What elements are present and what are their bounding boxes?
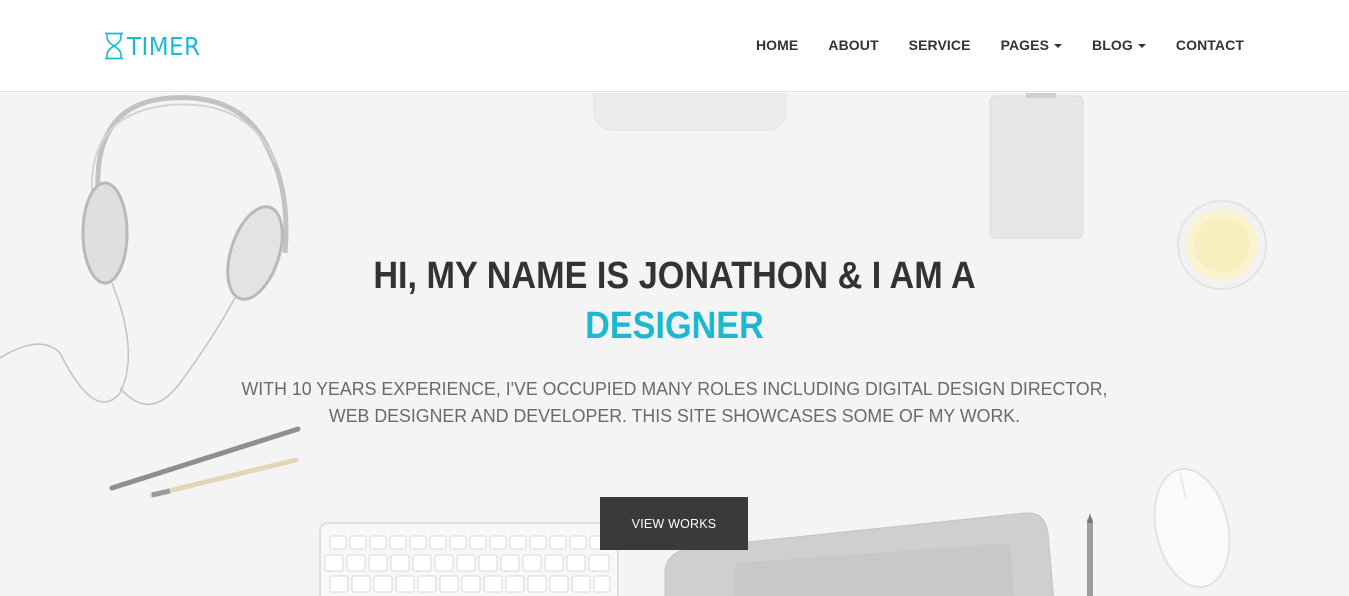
hero-title-highlight: DESIGNER [585, 305, 764, 347]
nav-item-label: ABOUT [828, 37, 879, 53]
nav-item-about[interactable]: ABOUT [828, 36, 878, 54]
main-nav: HOME ABOUT SERVICE PAGES BLOG CONTACT [756, 36, 1244, 54]
pencils-illustration [109, 426, 301, 498]
nav-item-home[interactable]: HOME [756, 36, 798, 54]
nav-item-label: PAGES [1000, 37, 1050, 53]
stylus-illustration [1087, 513, 1093, 596]
hourglass-icon [105, 32, 123, 60]
nav-item-label: CONTACT [1175, 37, 1244, 53]
hard-drive-illustration [989, 93, 1084, 239]
brand-name: TIMER [127, 31, 201, 61]
nav-item-pages[interactable]: PAGES [1000, 36, 1063, 54]
view-works-button[interactable]: VIEW WORKS [600, 497, 748, 550]
hero-title: HI, MY NAME IS JONATHON & I AM A [373, 255, 976, 297]
nav-item-service[interactable]: SERVICE [909, 36, 971, 54]
device-top-illustration [593, 93, 787, 131]
nav-item-blog[interactable]: BLOG [1092, 36, 1146, 54]
nav-item-label: HOME [755, 37, 799, 53]
nav-item-label: BLOG [1092, 37, 1133, 53]
nav-item-label: SERVICE [908, 37, 971, 53]
nav-item-contact[interactable]: CONTACT [1176, 36, 1244, 54]
caret-down-icon [1054, 43, 1063, 48]
hero-subtitle-line1: WITH 10 YEARS EXPERIENCE, I'VE OCCUPIED … [241, 378, 1108, 399]
mouse-illustration [1153, 467, 1231, 589]
caret-down-icon [1137, 43, 1146, 48]
navbar: TIMER HOME ABOUT SERVICE PAGES BLOG CONT… [0, 0, 1349, 92]
hero-section: HI, MY NAME IS JONATHON & I AM A DESIGNE… [0, 93, 1349, 596]
hero-subtitle-line2: WEB DESIGNER AND DEVELOPER. THIS SITE SH… [328, 405, 1021, 426]
brand-logo[interactable]: TIMER [104, 30, 207, 62]
keyboard-illustration [319, 522, 619, 596]
